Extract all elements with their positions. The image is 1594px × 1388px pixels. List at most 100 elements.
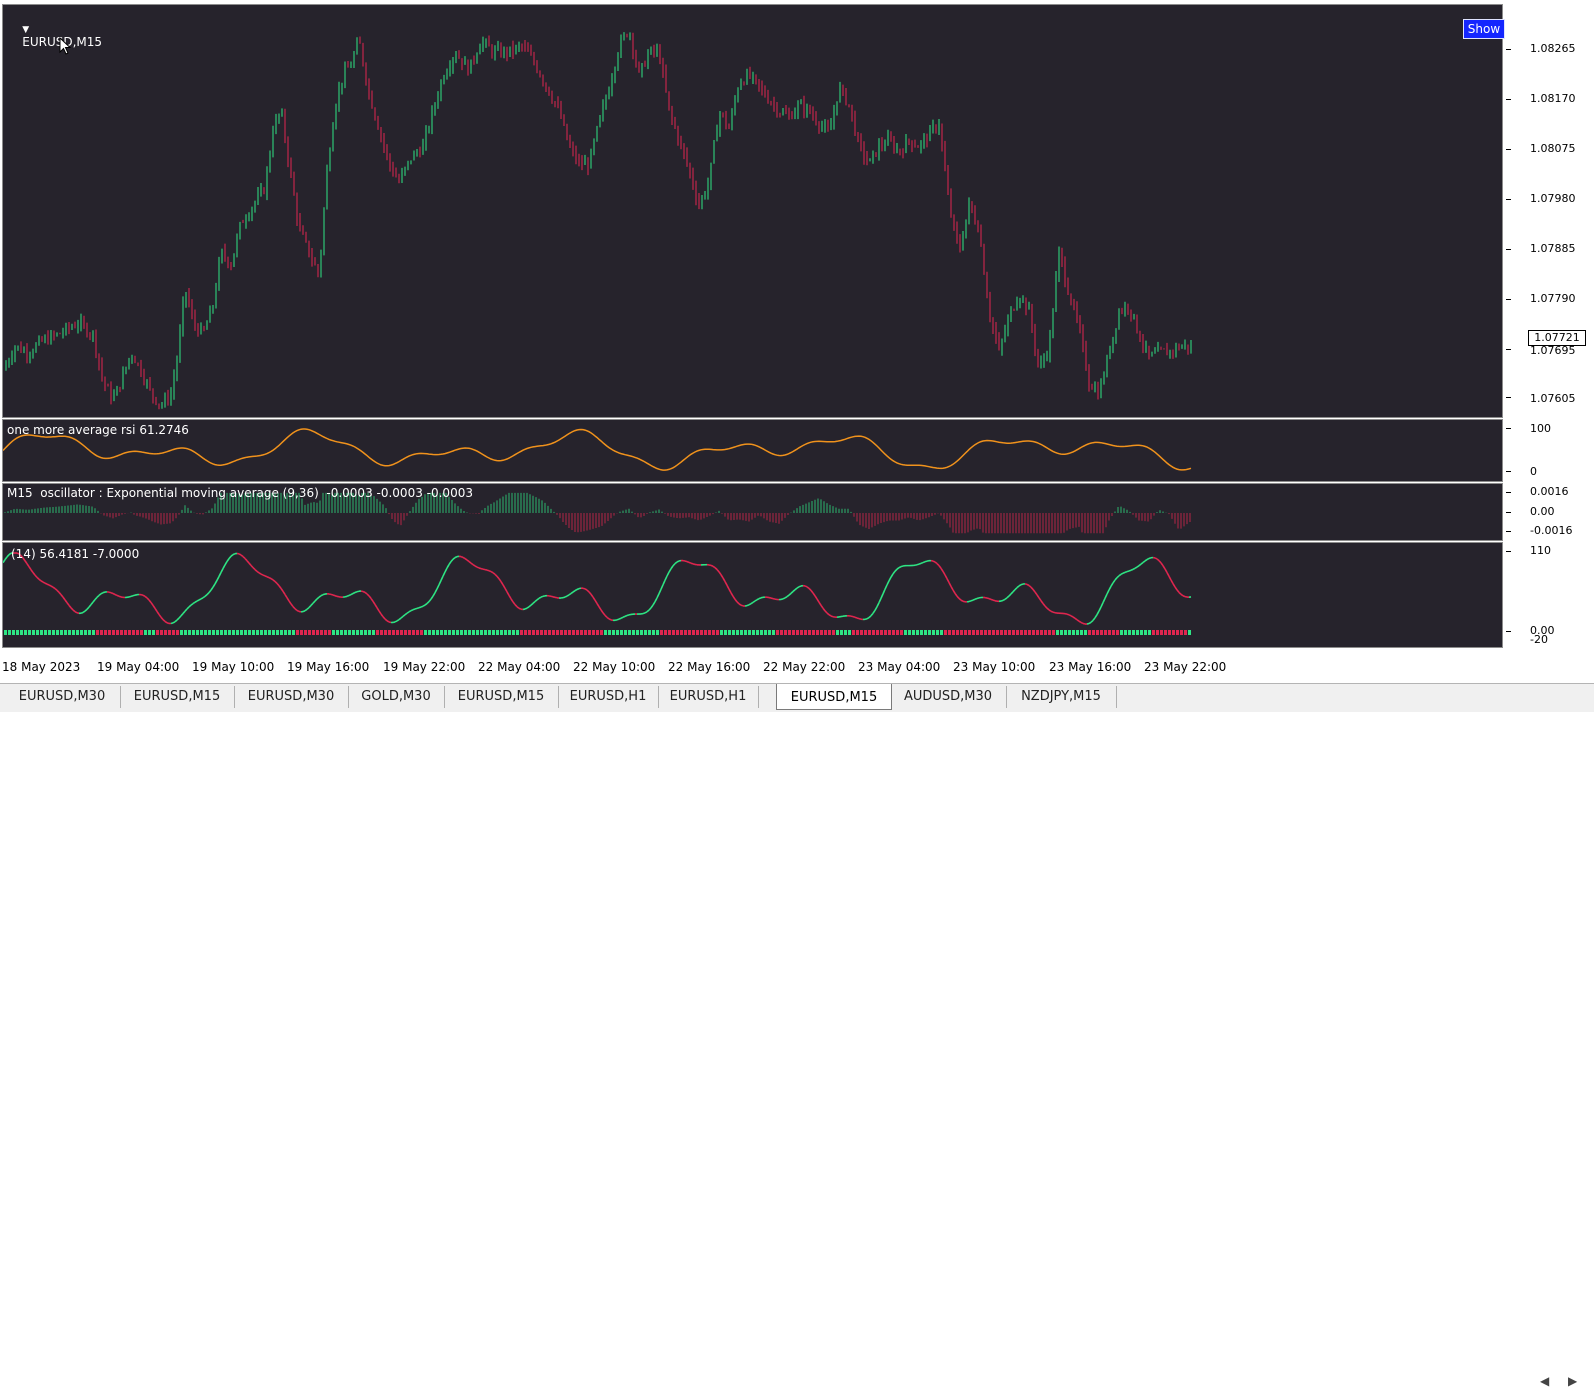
line-segment <box>553 597 555 598</box>
tab-chart[interactable]: EURUSD,H1 <box>558 686 659 708</box>
line-segment <box>433 593 435 596</box>
signal-dot <box>376 630 379 635</box>
signal-dot <box>976 630 979 635</box>
signal-dot <box>24 630 27 635</box>
tab-scroll-right-icon[interactable]: ▶ <box>1568 1374 1577 1388</box>
line-segment <box>805 586 807 587</box>
signal-dot <box>960 630 963 635</box>
line-segment <box>307 608 309 610</box>
line-segment <box>131 596 133 597</box>
line-segment <box>601 610 603 613</box>
line-segment <box>727 585 729 589</box>
tab-chart-active[interactable]: EURUSD,M15 <box>776 684 892 710</box>
signal-dot <box>760 630 763 635</box>
signal-dot <box>568 630 571 635</box>
signal-dot <box>1128 630 1131 635</box>
osc-label: -0.0016 <box>1530 524 1572 537</box>
signal-dot <box>488 630 491 635</box>
signal-dot <box>880 630 883 635</box>
line-segment <box>921 563 923 564</box>
line-segment <box>445 568 447 572</box>
tab-chart[interactable]: EURUSD,M15 <box>444 686 559 708</box>
line-segment <box>819 602 821 605</box>
line-segment <box>367 594 369 596</box>
line-segment <box>453 558 455 560</box>
line-segment <box>1125 572 1127 573</box>
line-segment <box>1181 594 1183 595</box>
line-segment <box>1039 598 1041 601</box>
rsi-panel[interactable]: one more average rsi 61.2746 <box>2 419 1503 482</box>
signal-dot <box>580 630 583 635</box>
line-segment <box>885 585 887 589</box>
line-segment <box>969 601 971 602</box>
line-segment <box>41 581 43 582</box>
line-segment <box>187 607 189 609</box>
line-segment <box>73 610 75 612</box>
signal-dot <box>980 630 983 635</box>
line-segment <box>947 579 949 583</box>
signal-dot <box>1016 630 1019 635</box>
signal-dot <box>212 630 215 635</box>
line-segment <box>1089 622 1091 623</box>
line-segment <box>957 596 959 598</box>
line-segment <box>311 603 313 605</box>
signal-dot <box>1056 630 1059 635</box>
signal-dot <box>728 630 731 635</box>
signal-dot <box>444 630 447 635</box>
line-segment <box>351 594 353 595</box>
line-segment <box>993 600 995 601</box>
line-segment <box>1043 603 1045 606</box>
signal-dot <box>1144 630 1147 635</box>
signal-dot <box>56 630 59 635</box>
tab-chart[interactable]: NZDJPY,M15 <box>1006 686 1117 708</box>
line-segment <box>757 599 759 600</box>
line-segment <box>89 605 91 607</box>
line-segment <box>1155 558 1157 559</box>
signal-dot <box>1140 630 1143 635</box>
third-indicator-panel[interactable]: (14) 56.4181 -7.0000 <box>2 542 1503 648</box>
signal-dot <box>324 630 327 635</box>
signal-dot <box>828 630 831 635</box>
tab-scroll-left-icon[interactable]: ◀ <box>1540 1374 1549 1388</box>
tab-chart[interactable]: GOLD,M30 <box>348 686 445 708</box>
signal-dot <box>272 630 275 635</box>
signal-dot <box>468 630 471 635</box>
signal-dot <box>348 630 351 635</box>
signal-dot <box>192 630 195 635</box>
third-label: 110 <box>1530 544 1551 557</box>
collapse-triangle-icon[interactable]: ▼ <box>22 25 29 35</box>
tab-chart[interactable]: EURUSD,M30 <box>4 686 121 708</box>
line-segment <box>471 563 473 564</box>
signal-dot <box>992 630 995 635</box>
signal-dot <box>472 630 475 635</box>
tab-chart[interactable]: EURUSD,M15 <box>120 686 235 708</box>
main-chart-panel[interactable]: ▼ EURUSD,M15 <box>2 4 1503 418</box>
line-segment <box>1159 561 1161 563</box>
line-segment <box>647 610 649 612</box>
signal-dot <box>996 630 999 635</box>
rsi-label: 100 <box>1530 422 1551 435</box>
line-segment <box>347 596 349 597</box>
signal-dot <box>1108 630 1111 635</box>
tab-chart[interactable]: AUDUSD,M30 <box>890 686 1007 708</box>
signal-dot <box>1072 630 1075 635</box>
line-segment <box>539 597 541 598</box>
signal-dot <box>448 630 451 635</box>
oscillator-panel[interactable]: M15 oscillator : Exponential moving aver… <box>2 483 1503 541</box>
tab-chart[interactable]: EURUSD,H1 <box>658 686 759 708</box>
rsi-title: one more average rsi 61.2746 <box>7 423 189 437</box>
signal-dot <box>660 630 663 635</box>
tab-chart[interactable]: EURUSD,M30 <box>234 686 349 708</box>
show-button[interactable]: Show <box>1463 19 1505 39</box>
price-label: 1.08170 <box>1530 92 1576 105</box>
line-segment <box>475 566 477 567</box>
signal-dot <box>508 630 511 635</box>
signal-dot <box>636 630 639 635</box>
signal-dot <box>892 630 895 635</box>
line-segment <box>627 615 629 616</box>
line-segment <box>297 610 299 611</box>
line-segment <box>571 592 573 593</box>
line-segment <box>385 619 387 621</box>
signal-dot <box>260 630 263 635</box>
signal-dot <box>396 630 399 635</box>
